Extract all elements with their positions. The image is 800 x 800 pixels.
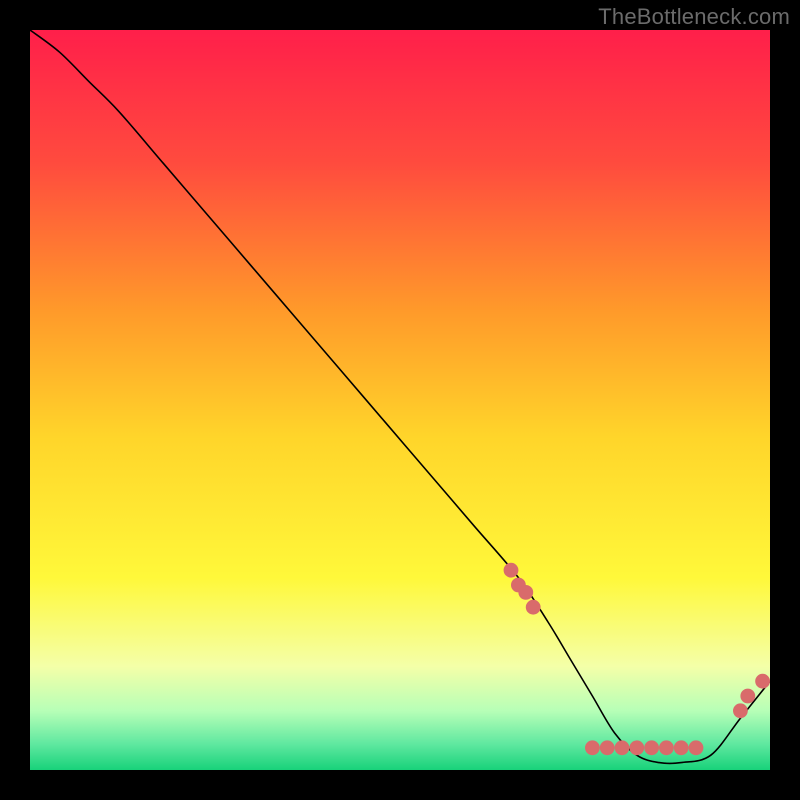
marker-dot bbox=[674, 740, 689, 755]
marker-dot bbox=[659, 740, 674, 755]
marker-dot bbox=[740, 689, 755, 704]
marker-dot bbox=[518, 585, 533, 600]
marker-dot bbox=[629, 740, 644, 755]
marker-dot bbox=[689, 740, 704, 755]
marker-dot bbox=[755, 674, 770, 689]
marker-dot bbox=[526, 600, 541, 615]
chart-stage: TheBottleneck.com bbox=[0, 0, 800, 800]
marker-dot bbox=[600, 740, 615, 755]
marker-dot bbox=[504, 563, 519, 578]
marker-dot bbox=[585, 740, 600, 755]
plot-area bbox=[30, 30, 770, 770]
marker-dot bbox=[644, 740, 659, 755]
marker-dot bbox=[615, 740, 630, 755]
watermark-text: TheBottleneck.com bbox=[598, 4, 790, 30]
marker-dot bbox=[733, 703, 748, 718]
markers-layer bbox=[30, 30, 770, 770]
